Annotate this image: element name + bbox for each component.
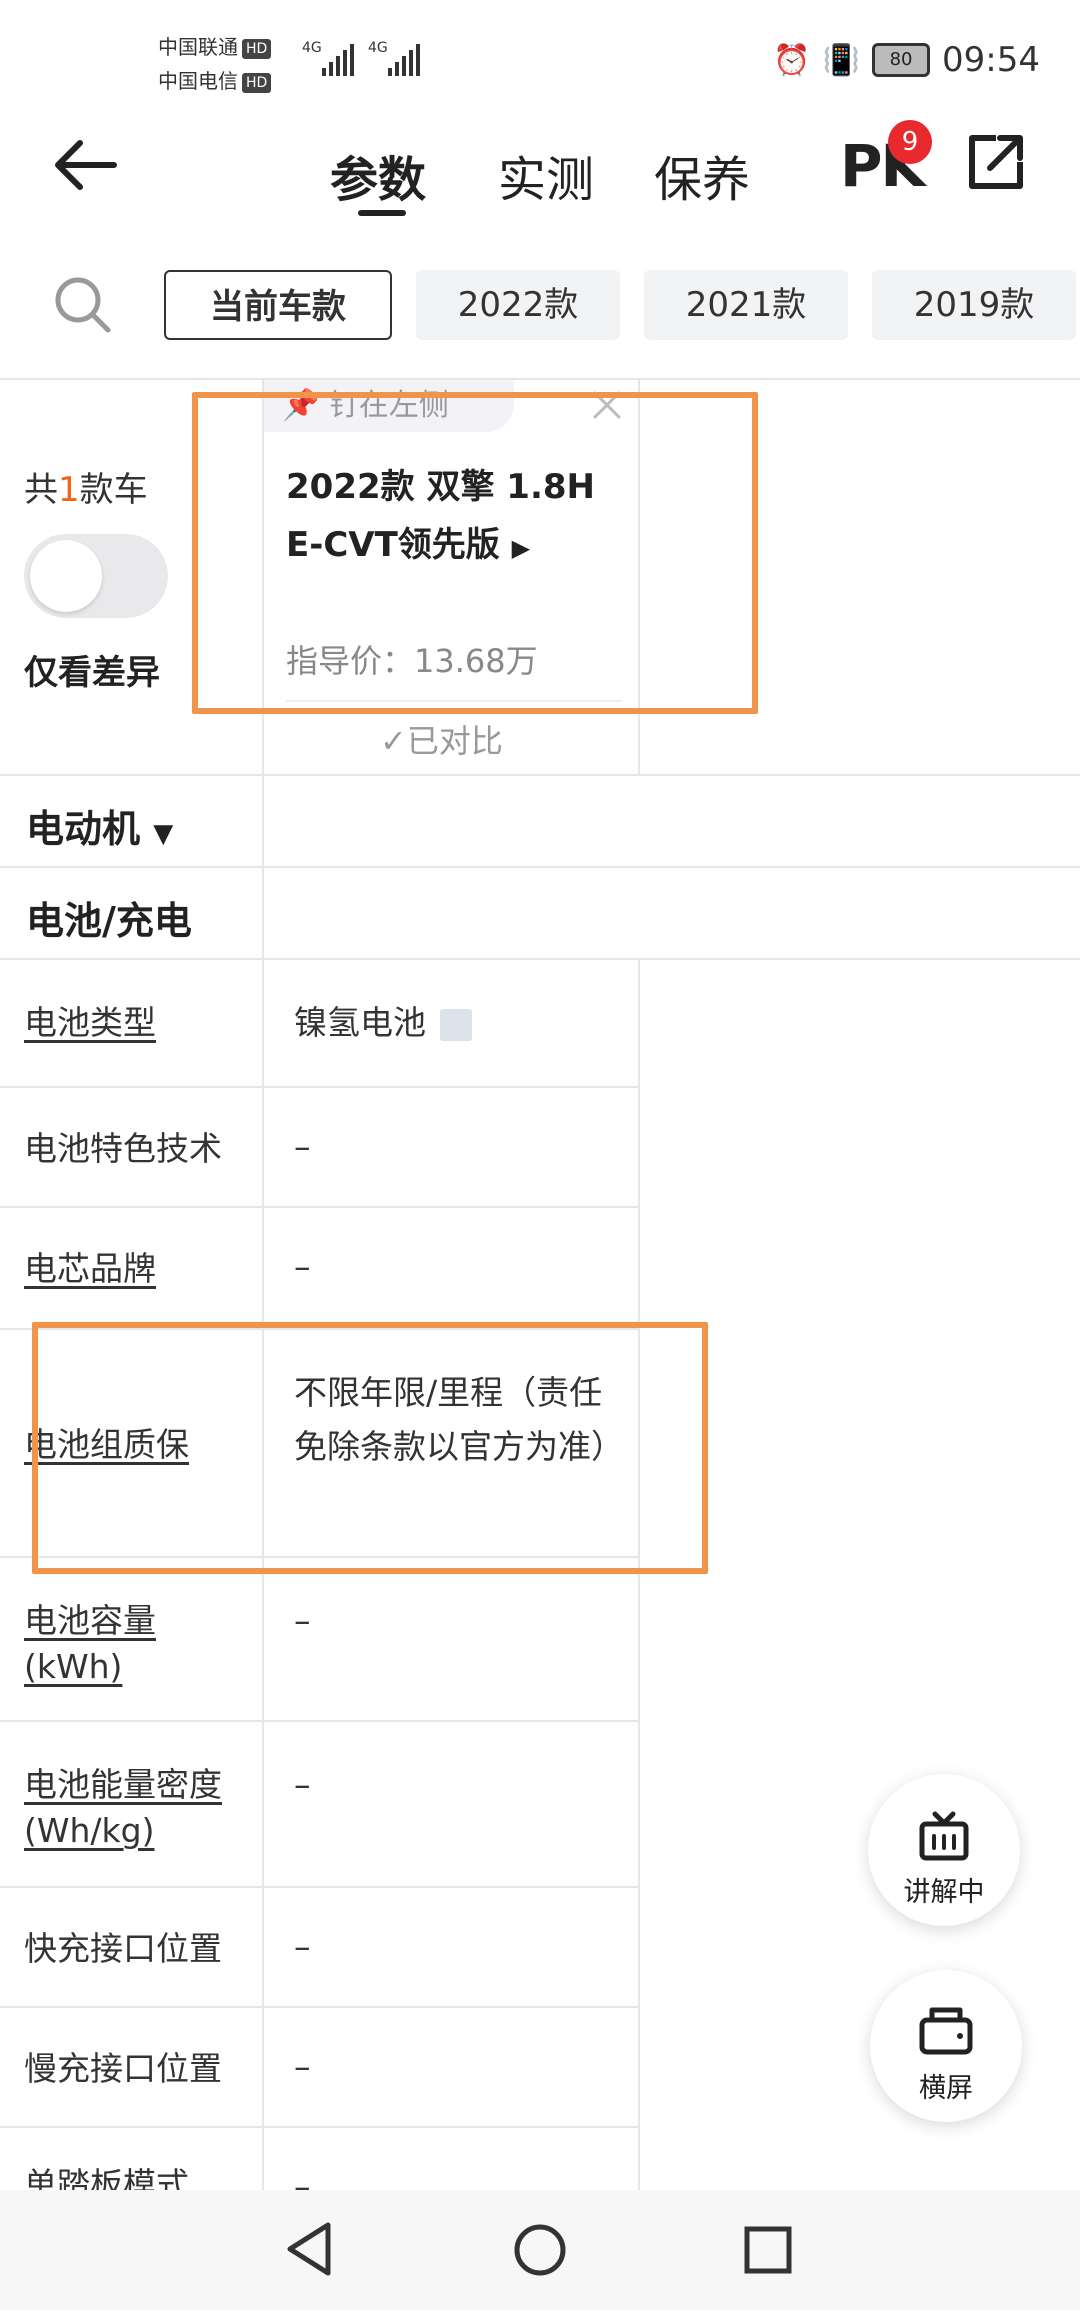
row-label-cell-brand[interactable]: 电芯品牌	[24, 1246, 254, 1292]
divider	[0, 2006, 640, 2008]
nav-home-icon[interactable]	[512, 2222, 568, 2278]
tab-active-indicator	[358, 210, 406, 216]
hd-badge-2: HD	[242, 72, 272, 93]
landscape-button[interactable]: 横屏	[870, 1970, 1022, 2122]
section-motor[interactable]: 电动机 ▼	[26, 798, 173, 853]
carrier-info: 中国联通 HD 中国电信 HD	[158, 30, 272, 98]
search-icon[interactable]	[50, 272, 114, 336]
row-label-battery-tech: 电池特色技术	[24, 1129, 222, 1168]
diff-only-toggle[interactable]	[24, 534, 168, 618]
share-icon[interactable]	[966, 132, 1026, 192]
image-search-icon[interactable]	[440, 1008, 472, 1041]
status-right: ⏰ 📳 80 09:54	[773, 40, 1040, 80]
tab-test[interactable]: 实测	[498, 140, 594, 210]
tab-params[interactable]: 参数	[330, 140, 426, 210]
model-count: 共1款车	[24, 470, 148, 510]
divider	[0, 378, 1080, 380]
hd-badge-1: HD	[242, 38, 272, 59]
nav-back-icon[interactable]	[284, 2220, 336, 2278]
chip-2021[interactable]: 2021款	[644, 270, 848, 340]
row-label-slow-charge-port: 慢充接口位置	[24, 2049, 222, 2088]
row-value-fast-charge-port: –	[294, 1927, 311, 1966]
signal-icon-2	[388, 44, 420, 76]
tv-icon	[919, 1811, 969, 1861]
compared-status: ✓已对比	[380, 722, 503, 760]
system-nav-bar	[0, 2190, 1080, 2310]
carrier-1: 中国联通	[158, 35, 238, 59]
landscape-label: 横屏	[919, 2073, 973, 2104]
chip-2022[interactable]: 2022款	[416, 270, 620, 340]
explain-button[interactable]: 讲解中	[868, 1774, 1020, 1926]
row-label-battery-type[interactable]: 电池类型	[24, 1000, 254, 1046]
divider	[0, 1886, 640, 1888]
highlight-box-car	[192, 392, 758, 714]
row-value-cell-brand: –	[294, 1247, 311, 1286]
divider	[0, 1206, 640, 1208]
divider	[0, 774, 1080, 776]
back-arrow-icon[interactable]	[50, 130, 120, 200]
tab-maintenance[interactable]: 保养	[654, 140, 750, 210]
rotate-screen-icon	[919, 2007, 973, 2055]
vibrate-icon: 📳	[822, 42, 861, 78]
network-type-1: 4G	[302, 40, 322, 56]
divider	[0, 1720, 640, 1722]
divider	[0, 1086, 640, 1088]
section-battery: 电池/充电	[26, 899, 192, 943]
row-value-battery-tech: –	[294, 1127, 311, 1166]
chip-2019[interactable]: 2019款	[872, 270, 1076, 340]
carrier-2: 中国电信	[158, 69, 238, 93]
divider	[0, 2126, 640, 2128]
pk-count-badge: 9	[888, 120, 932, 164]
row-label-energy-density[interactable]: 电池能量密度(Wh/kg)	[24, 1762, 254, 1854]
row-label-battery-capacity[interactable]: 电池容量(kWh)	[24, 1598, 224, 1690]
explain-label: 讲解中	[903, 1877, 985, 1908]
signal-icon-1	[322, 44, 354, 76]
row-value-battery-type: 镍氢电池	[294, 996, 634, 1050]
nav-recents-icon[interactable]	[742, 2224, 794, 2276]
diff-only-label: 仅看差异	[24, 653, 160, 693]
clock: 09:54	[942, 40, 1040, 80]
network-type-2: 4G	[368, 40, 388, 56]
chip-current-model[interactable]: 当前车款	[164, 270, 392, 340]
alarm-icon: ⏰	[773, 42, 811, 78]
row-value-battery-capacity: –	[294, 1601, 311, 1640]
divider	[0, 958, 1080, 960]
row-value-energy-density: –	[294, 1765, 311, 1804]
row-value-slow-charge-port: –	[294, 2047, 311, 2086]
battery-icon: 80	[872, 43, 931, 77]
row-label-fast-charge-port: 快充接口位置	[24, 1929, 222, 1968]
highlight-box-warranty	[32, 1322, 708, 1574]
divider	[0, 866, 1080, 868]
